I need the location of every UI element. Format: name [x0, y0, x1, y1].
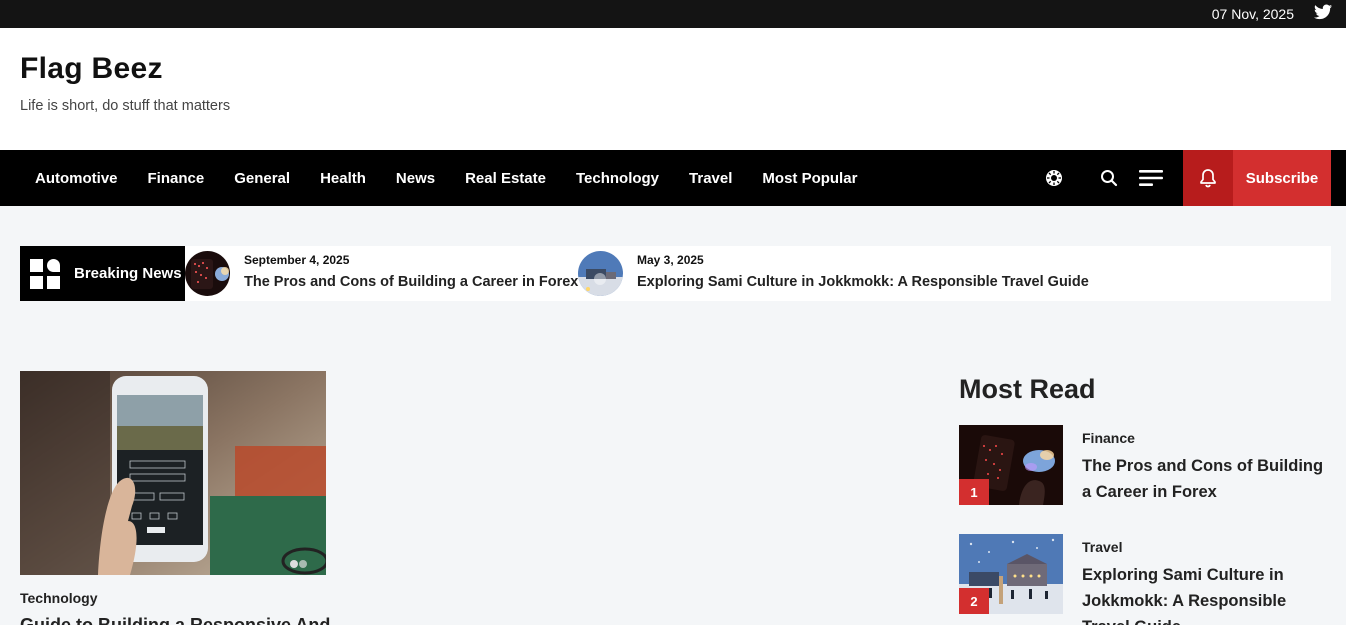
most-read-category[interactable]: Finance: [1082, 430, 1135, 446]
site-header: Flag Beez Life is short, do stuff that m…: [0, 28, 1346, 150]
most-read-category[interactable]: Travel: [1082, 539, 1122, 555]
nav-item-most-popular[interactable]: Most Popular: [747, 170, 872, 187]
featured-post-image[interactable]: [20, 371, 326, 575]
twitter-icon[interactable]: [1314, 4, 1332, 20]
most-read-item[interactable]: 2 Travel Exploring Sami Culture in Jokkm…: [959, 534, 1331, 625]
nav-item-automotive[interactable]: Automotive: [20, 170, 133, 187]
featured-post-category[interactable]: Technology: [20, 590, 98, 606]
breaking-news-date: May 3, 2025: [637, 253, 704, 267]
theme-toggle-icon[interactable]: [1041, 150, 1067, 206]
breaking-news-item[interactable]: May 3, 2025 Exploring Sami Culture in Jo…: [578, 246, 1138, 301]
breaking-news-ticker: Breaking News September 4, 2025 The Pros…: [20, 246, 1331, 301]
featured-post-title[interactable]: Guide to Building a Responsive And: [20, 614, 340, 625]
breaking-news-title[interactable]: The Pros and Cons of Building a Career i…: [244, 274, 578, 290]
search-icon[interactable]: [1097, 150, 1121, 206]
most-read-thumbnail[interactable]: 2: [959, 534, 1063, 614]
breaking-news-date: September 4, 2025: [244, 253, 350, 267]
breaking-news-text: Breaking News: [74, 265, 182, 282]
breaking-news-label: Breaking News: [20, 246, 185, 301]
nav-item-health[interactable]: Health: [305, 170, 381, 187]
nav-menu: Automotive Finance General Health News R…: [20, 150, 872, 206]
subscribe-button[interactable]: Subscribe: [1233, 150, 1331, 206]
most-read-title[interactable]: The Pros and Cons of Building a Career i…: [1082, 453, 1327, 505]
breaking-news-thumbnail: [185, 251, 230, 296]
nav-item-finance[interactable]: Finance: [133, 170, 220, 187]
nav-item-technology[interactable]: Technology: [561, 170, 674, 187]
breaking-news-item[interactable]: September 4, 2025 The Pros and Cons of B…: [185, 246, 578, 301]
nav-item-travel[interactable]: Travel: [674, 170, 747, 187]
top-bar: 07 Nov, 2025: [0, 0, 1346, 28]
most-read-thumbnail[interactable]: 1: [959, 425, 1063, 505]
bell-icon[interactable]: [1183, 150, 1233, 206]
current-date: 07 Nov, 2025: [1211, 6, 1294, 22]
most-read-heading: Most Read: [959, 374, 1096, 404]
breaking-news-thumbnail: [578, 251, 623, 296]
rank-badge: 2: [959, 588, 989, 614]
most-read-title[interactable]: Exploring Sami Culture in Jokkmokk: A Re…: [1082, 562, 1327, 625]
breaking-news-title[interactable]: Exploring Sami Culture in Jokkmokk: A Re…: [637, 274, 1089, 290]
site-tagline: Life is short, do stuff that matters: [20, 98, 231, 114]
nav-item-general[interactable]: General: [219, 170, 305, 187]
rank-badge: 1: [959, 479, 989, 505]
main-nav: Automotive Finance General Health News R…: [0, 150, 1346, 206]
site-title[interactable]: Flag Beez: [20, 52, 163, 86]
most-read-item[interactable]: 1 Finance The Pros and Cons of Building …: [959, 425, 1331, 515]
menu-icon[interactable]: [1137, 150, 1165, 206]
nav-item-real-estate[interactable]: Real Estate: [450, 170, 561, 187]
nav-item-news[interactable]: News: [381, 170, 450, 187]
grid-icon: [30, 258, 60, 289]
